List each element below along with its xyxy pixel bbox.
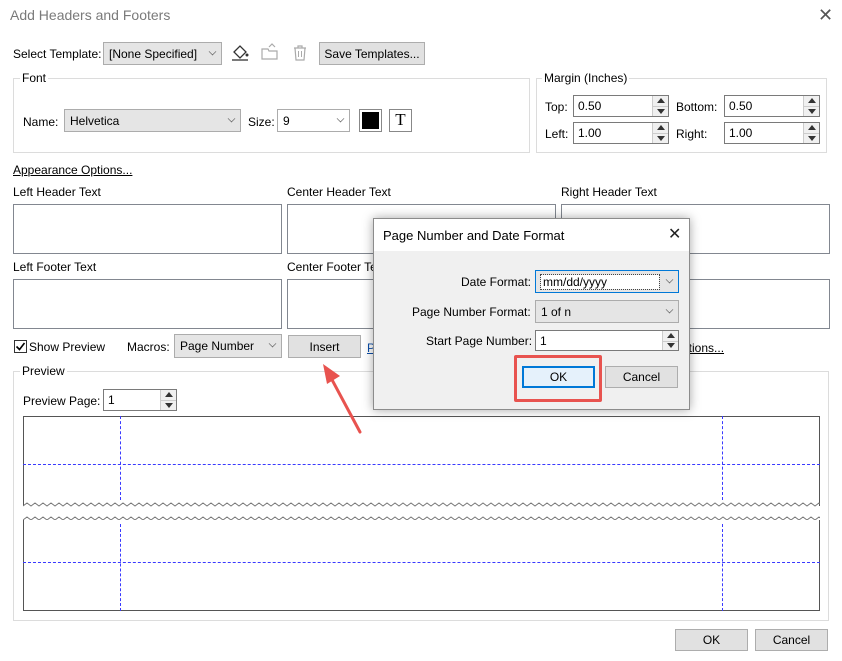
- left-footer-label: Left Footer Text: [13, 260, 97, 274]
- right-header-label: Right Header Text: [561, 185, 657, 199]
- preview-footer-region: [23, 520, 820, 611]
- template-value: [None Specified]: [109, 46, 198, 61]
- margin-right-input[interactable]: 1.00: [724, 122, 820, 144]
- margin-bottom-value: 0.50: [729, 99, 753, 113]
- guide-line-left: [120, 524, 121, 611]
- dialog-ok-button[interactable]: OK: [522, 366, 595, 388]
- margin-right-label: Right:: [676, 127, 708, 141]
- font-color-swatch[interactable]: [359, 109, 382, 132]
- macros-select[interactable]: Page Number: [174, 334, 282, 358]
- spinner[interactable]: [652, 96, 668, 116]
- start-page-number-input[interactable]: 1: [535, 330, 679, 351]
- date-format-select[interactable]: mm/dd/yyyy: [535, 270, 679, 293]
- font-name-value: Helvetica: [70, 113, 120, 128]
- color-fill: [362, 112, 379, 129]
- font-size-label: Size:: [248, 115, 275, 129]
- preview-page-value: 1: [108, 393, 115, 407]
- spinner[interactable]: [803, 123, 819, 143]
- spinner[interactable]: [652, 123, 668, 143]
- window-title: Add Headers and Footers: [10, 7, 171, 23]
- chevron-down-icon: [665, 305, 674, 313]
- page-number-format-label: Page Number Format:: [412, 305, 531, 319]
- center-footer-label: Center Footer Te: [287, 260, 377, 274]
- left-header-label: Left Header Text: [13, 185, 101, 199]
- preview-group-title: Preview: [20, 364, 67, 378]
- guide-line-right: [722, 524, 723, 611]
- appearance-options-link[interactable]: Appearance Options...: [13, 163, 132, 177]
- guide-line-footer: [23, 562, 820, 563]
- template-select[interactable]: [None Specified]: [103, 42, 222, 65]
- folder-open-icon[interactable]: [260, 43, 280, 63]
- left-header-textarea[interactable]: [13, 204, 282, 254]
- spinner[interactable]: [160, 390, 176, 410]
- macros-value: Page Number: [180, 339, 255, 353]
- cancel-button[interactable]: Cancel: [755, 629, 828, 651]
- left-footer-textarea[interactable]: [13, 279, 282, 329]
- ok-button[interactable]: OK: [675, 629, 748, 651]
- guide-line-left: [120, 416, 121, 500]
- margin-top-value: 0.50: [578, 99, 602, 113]
- preview-header-region: [23, 416, 820, 506]
- font-name-select[interactable]: Helvetica: [64, 109, 241, 132]
- template-label: Select Template:: [13, 47, 102, 61]
- date-format-value: mm/dd/yyyy: [540, 273, 660, 290]
- chevron-down-icon: [208, 47, 217, 55]
- show-preview-checkbox[interactable]: [14, 340, 27, 353]
- font-group-title: Font: [20, 71, 49, 85]
- dialog-title: Page Number and Date Format: [383, 228, 565, 243]
- font-name-label: Name:: [23, 115, 59, 129]
- insert-button[interactable]: Insert: [288, 335, 361, 358]
- chevron-down-icon: [227, 114, 236, 122]
- spinner[interactable]: [662, 331, 678, 350]
- chevron-down-icon: [665, 275, 674, 283]
- preview-page-input[interactable]: 1: [103, 389, 177, 411]
- margin-left-label: Left:: [545, 127, 569, 141]
- check-icon: [15, 342, 26, 351]
- margin-bottom-label: Bottom:: [676, 100, 718, 114]
- paint-bucket-icon[interactable]: [230, 43, 250, 63]
- date-format-label: Date Format:: [461, 275, 532, 289]
- chevron-down-icon: [268, 339, 277, 348]
- margin-left-value: 1.00: [578, 126, 602, 140]
- show-preview-label[interactable]: Show Preview: [29, 340, 105, 354]
- margin-group-title: Margin (Inches): [542, 71, 630, 85]
- center-header-label: Center Header Text: [287, 185, 391, 199]
- preview-page: [23, 416, 820, 611]
- text-type-icon[interactable]: T: [389, 109, 412, 132]
- macros-label: Macros:: [127, 340, 170, 354]
- start-page-number-value: 1: [540, 333, 547, 348]
- font-size-select[interactable]: 9: [277, 109, 350, 132]
- close-icon[interactable]: ✕: [818, 6, 833, 24]
- dialog-cancel-button[interactable]: Cancel: [605, 366, 678, 388]
- save-templates-button[interactable]: Save Templates...: [319, 42, 425, 65]
- margin-left-input[interactable]: 1.00: [573, 122, 669, 144]
- close-icon[interactable]: ✕: [668, 226, 681, 244]
- preview-page-label: Preview Page:: [23, 394, 101, 408]
- annotation-arrow: [323, 364, 362, 434]
- start-page-number-label: Start Page Number:: [426, 334, 533, 348]
- chevron-down-icon: [336, 114, 345, 122]
- margin-top-label: Top:: [545, 100, 568, 114]
- guide-line-header: [23, 464, 820, 465]
- font-size-value: 9: [283, 113, 290, 128]
- page-number-format-select[interactable]: 1 of n: [535, 300, 679, 323]
- margin-bottom-input[interactable]: 0.50: [724, 95, 820, 117]
- guide-line-right: [722, 416, 723, 500]
- page-number-format-value: 1 of n: [541, 304, 572, 319]
- spinner[interactable]: [803, 96, 819, 116]
- margin-top-input[interactable]: 0.50: [573, 95, 669, 117]
- trash-icon[interactable]: [290, 43, 310, 63]
- page-number-date-format-dialog: Page Number and Date Format ✕ Date Forma…: [373, 218, 690, 410]
- margin-right-value: 1.00: [729, 126, 753, 140]
